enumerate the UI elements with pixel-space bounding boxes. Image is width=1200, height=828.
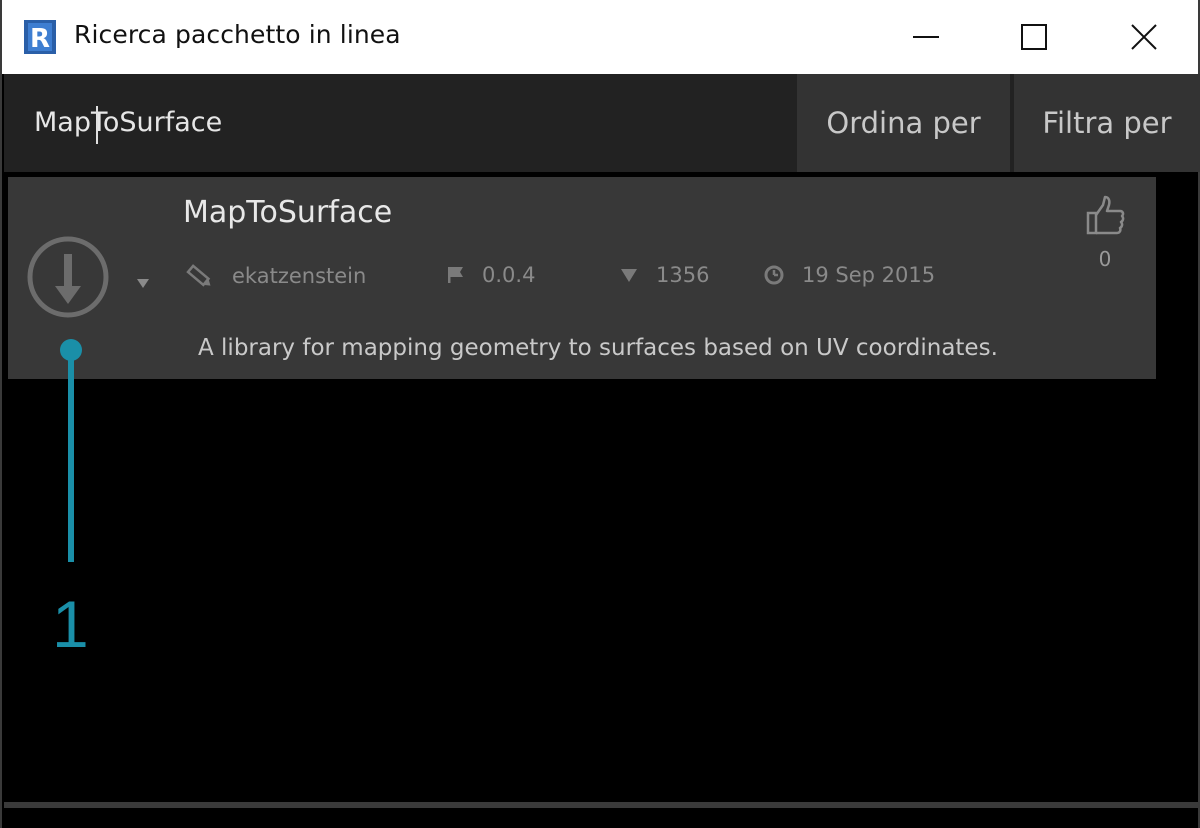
window-title: Ricerca pacchetto in linea	[74, 20, 401, 49]
svg-text:R: R	[30, 24, 50, 54]
package-author: ekatzenstein	[184, 263, 366, 289]
like-count: 0	[1098, 247, 1112, 271]
package-downloads: 1356	[620, 263, 709, 287]
download-count-icon	[621, 269, 637, 282]
clock-icon	[764, 265, 784, 285]
sort-button[interactable]: Ordina per	[797, 74, 1010, 172]
maximize-button[interactable]	[980, 0, 1088, 74]
package-date: 19 Sep 2015	[764, 263, 935, 287]
title-bar: R Ricerca pacchetto in linea	[2, 0, 1198, 74]
download-count: 1356	[656, 263, 710, 287]
search-input[interactable]	[34, 102, 774, 142]
author-name: ekatzenstein	[232, 264, 367, 288]
package-version: 0.0.4	[448, 263, 535, 287]
package-search-window: R Ricerca pacchetto in linea Ordina per …	[0, 0, 1200, 828]
version-number: 0.0.4	[482, 263, 536, 287]
annotation-number: 1	[52, 587, 89, 661]
close-button[interactable]	[1090, 0, 1198, 74]
package-description: A library for mapping geometry to surfac…	[198, 335, 998, 361]
minimize-icon	[913, 36, 939, 38]
thumbs-up-icon[interactable]	[1084, 195, 1126, 237]
pencil-icon	[186, 264, 211, 287]
revit-logo-icon: R	[24, 20, 56, 54]
annotation-line	[68, 356, 74, 562]
publish-date: 19 Sep 2015	[802, 263, 936, 287]
chevron-down-icon[interactable]	[136, 277, 150, 289]
search-bar: Ordina per Filtra per	[4, 74, 1200, 172]
text-caret	[96, 106, 98, 144]
download-icon[interactable]	[27, 236, 109, 318]
package-name[interactable]: MapToSurface	[183, 195, 392, 230]
package-card[interactable]: MapToSurface ekatzenstein 0.0.4 1356 19 …	[8, 177, 1156, 379]
bottom-divider	[4, 802, 1200, 808]
flag-icon	[448, 267, 463, 283]
close-icon	[1131, 24, 1157, 50]
maximize-icon	[1021, 24, 1047, 50]
filter-button[interactable]: Filtra per	[1014, 74, 1200, 172]
minimize-button[interactable]	[872, 0, 980, 74]
